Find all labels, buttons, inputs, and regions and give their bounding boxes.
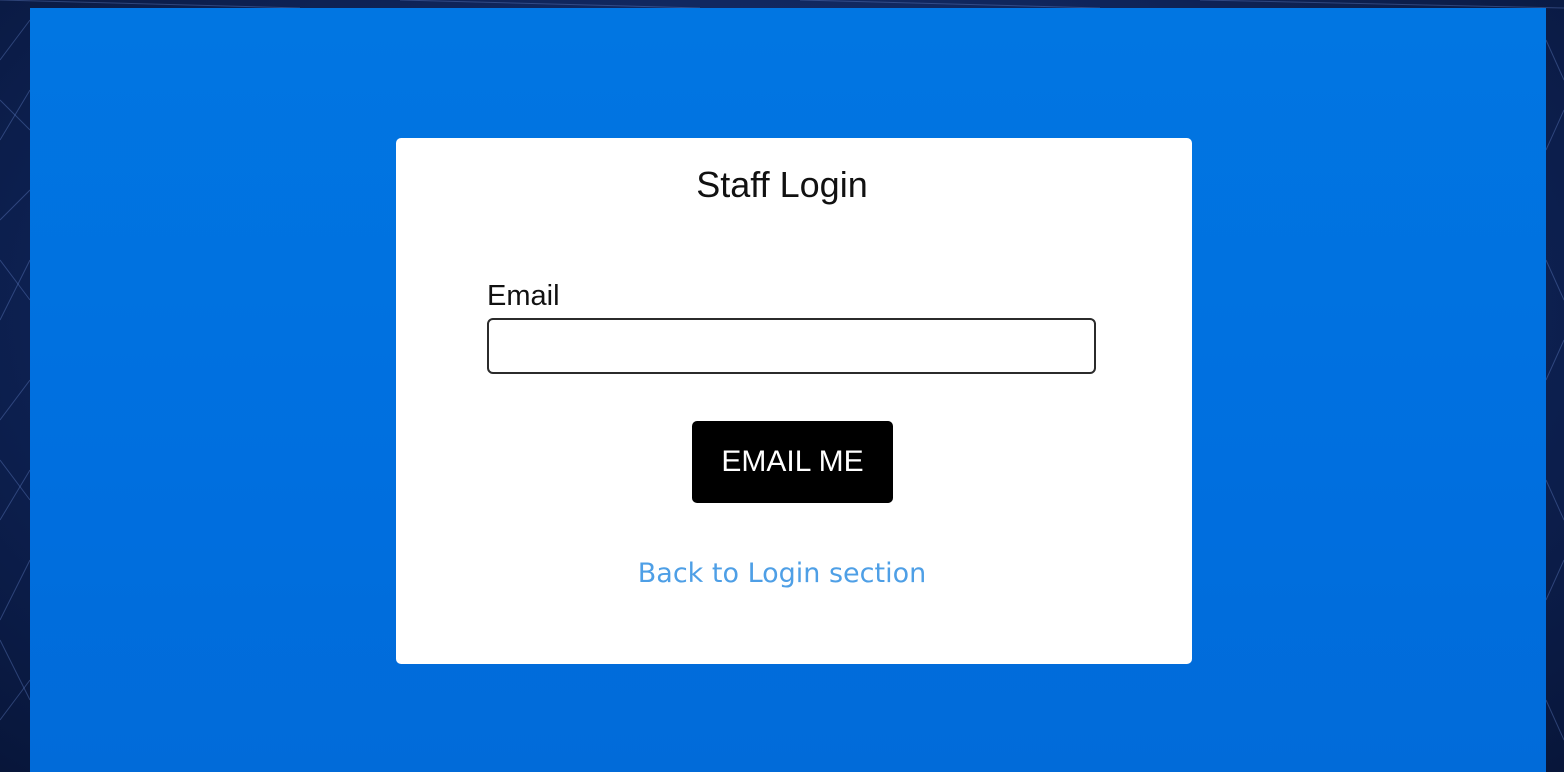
back-to-login-link[interactable]: Back to Login section	[0, 555, 1564, 593]
email-label: Email	[487, 280, 560, 312]
email-field[interactable]	[487, 318, 1096, 374]
email-me-button[interactable]: EMAIL ME	[692, 421, 893, 503]
page-title: Staff Login	[696, 164, 868, 205]
